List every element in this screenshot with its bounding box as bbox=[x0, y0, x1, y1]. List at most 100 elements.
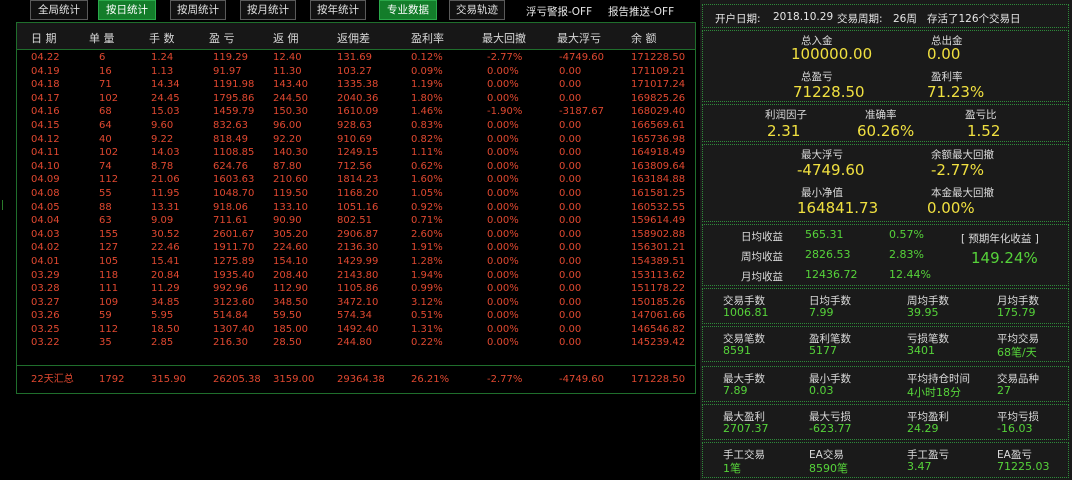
table-cell: 0.00 bbox=[559, 255, 582, 267]
col-max-float-loss[interactable]: 最大浮亏 bbox=[557, 30, 601, 46]
col-pl[interactable]: 盈 亏 bbox=[209, 30, 235, 46]
tab-monthly-stats[interactable]: 按月统计 bbox=[240, 0, 296, 20]
table-cell: 12.40 bbox=[273, 52, 302, 63]
table-cell: 111 bbox=[99, 283, 119, 295]
col-rebate[interactable]: 返 佣 bbox=[273, 30, 299, 46]
table-cell: 22.46 bbox=[151, 242, 180, 254]
table-cell: 153113.62 bbox=[631, 269, 686, 281]
table-cell: 04.12 bbox=[31, 133, 60, 145]
table-cell: 0.00 bbox=[559, 242, 582, 254]
table-cell: 2143.80 bbox=[337, 269, 379, 281]
table-cell: 24.45 bbox=[151, 92, 180, 104]
table-row[interactable]: 04.12 40 9.22 818.49 92.20 910.69 0.82% 0.00% 0.… bbox=[17, 133, 695, 147]
table-cell: 14.34 bbox=[151, 79, 180, 91]
table-row[interactable]: 04.05 88 13.31 918.06 133.10 1051.16 0.92% 0.00… bbox=[17, 201, 695, 215]
table-row[interactable]: 04.15 64 9.60 832.63 96.00 928.63 0.83% 0.00% 0.… bbox=[17, 119, 695, 133]
table-cell: 35 bbox=[99, 337, 112, 349]
col-lots[interactable]: 手 数 bbox=[149, 30, 175, 46]
table-cell: 0.00 bbox=[559, 323, 582, 335]
table-cell: 04.16 bbox=[31, 106, 60, 118]
monthly-avg-pct: 12.44% bbox=[889, 268, 931, 281]
table-cell: 0.00 bbox=[559, 283, 582, 295]
table-cell: 2040.36 bbox=[337, 92, 379, 104]
table-row[interactable]: 04.08 55 11.95 1048.70 119.50 1168.20 1.05% 0.0… bbox=[17, 187, 695, 201]
table-row[interactable]: 04.22 6 1.24 119.29 12.40 131.69 0.12% -2.77% -4… bbox=[17, 51, 695, 65]
table-cell: 1.94% bbox=[411, 269, 443, 281]
table-cell: 87.80 bbox=[273, 160, 302, 172]
table-row[interactable]: 03.25 112 18.50 1307.40 185.00 1492.40 1.31% 0.… bbox=[17, 323, 695, 337]
table-cell: 0.00% bbox=[487, 337, 519, 349]
table-row[interactable]: 03.26 59 5.95 514.84 59.50 574.34 0.51% 0.00% 0.… bbox=[17, 309, 695, 323]
table-cell: 1275.89 bbox=[213, 255, 255, 267]
table-cell: 1.24 bbox=[151, 52, 174, 63]
table-cell: 0.00 bbox=[559, 160, 582, 172]
left-panel: 全局统计 按日统计 按周统计 按月统计 按年统计 专业数据 交易轨迹 浮亏警报-… bbox=[0, 0, 700, 480]
float-alert-toggle[interactable]: 浮亏警报-OFF bbox=[526, 4, 592, 19]
tab-weekly-stats[interactable]: 按周统计 bbox=[170, 0, 226, 20]
col-orders[interactable]: 单 量 bbox=[89, 30, 115, 46]
table-row[interactable]: 04.04 63 9.09 711.61 90.90 802.51 0.71% 0.00% 0.… bbox=[17, 214, 695, 228]
table-cell: 0.00% bbox=[487, 65, 519, 77]
table-cell: 11.95 bbox=[151, 187, 180, 199]
table-row[interactable]: 04.09 112 21.06 1603.63 210.60 1814.23 1.60% 0.… bbox=[17, 173, 695, 187]
col-max-drawdown[interactable]: 最大回撤 bbox=[482, 30, 526, 46]
table-cell: 2.60% bbox=[411, 228, 443, 240]
col-profit-rate[interactable]: 盈利率 bbox=[411, 30, 444, 46]
tab-trade-track[interactable]: 交易轨迹 bbox=[449, 0, 505, 20]
tab-daily-stats[interactable]: 按日统计 bbox=[98, 0, 156, 20]
tab-global-stats[interactable]: 全局统计 bbox=[30, 0, 88, 20]
table-row[interactable]: 04.02 127 22.46 1911.70 224.60 2136.30 1.91% 0.… bbox=[17, 241, 695, 255]
monthly-avg-label: 月均收益 bbox=[741, 271, 783, 283]
table-cell: 224.60 bbox=[273, 242, 308, 254]
account-header: 开户日期: 2018.10.29 交易周期: 26周 存活了126个交易日 bbox=[702, 4, 1069, 28]
stat-value: 8590笔 bbox=[809, 462, 848, 475]
col-balance[interactable]: 余 额 bbox=[631, 30, 657, 46]
table-cell: 2906.87 bbox=[337, 228, 379, 240]
min-equity-value: 164841.73 bbox=[797, 199, 879, 217]
table-cell: 04.03 bbox=[31, 228, 60, 240]
table-row[interactable]: 04.03 155 30.52 2601.67 305.20 2906.87 2.60% 0.… bbox=[17, 228, 695, 242]
table-row[interactable]: 03.22 35 2.85 216.30 28.50 244.80 0.22% 0.00% 0.… bbox=[17, 336, 695, 350]
table-cell: 171109.21 bbox=[631, 65, 686, 77]
table-cell: 0.00% bbox=[487, 119, 519, 131]
table-cell: 0.82% bbox=[411, 133, 443, 145]
col-date[interactable]: 日 期 bbox=[31, 30, 57, 46]
table-cell: 0.00 bbox=[559, 65, 582, 77]
table-row[interactable]: 04.19 16 1.13 91.97 11.30 103.27 0.09% 0.00% 0.0… bbox=[17, 65, 695, 79]
table-cell: 5.95 bbox=[151, 310, 174, 322]
table-cell: 112 bbox=[99, 323, 119, 335]
table-row[interactable]: 04.11 102 14.03 1108.85 140.30 1249.15 1.11% 0.… bbox=[17, 146, 695, 160]
table-cell: 0.00% bbox=[487, 242, 519, 254]
tab-pro-data[interactable]: 专业数据 bbox=[379, 0, 437, 20]
tab-yearly-stats[interactable]: 按年统计 bbox=[310, 0, 366, 20]
deposit-value: 100000.00 bbox=[791, 45, 873, 63]
stored-days: 存活了126个交易日 bbox=[927, 13, 1021, 25]
table-cell: 0.00% bbox=[487, 283, 519, 295]
table-row[interactable]: 04.01 105 15.41 1275.89 154.10 1429.99 1.28% 0.… bbox=[17, 255, 695, 269]
table-row[interactable]: 04.18 71 14.34 1191.98 143.40 1335.38 1.19% 0.0… bbox=[17, 78, 695, 92]
table-row[interactable]: 03.29 118 20.84 1935.40 208.40 2143.80 1.94% 0.… bbox=[17, 269, 695, 283]
table-cell: 514.84 bbox=[213, 310, 248, 322]
stat-value: 8591 bbox=[723, 344, 751, 357]
funds-box: 总入金 100000.00 总出金 0.00 总盈亏 71228.50 盈利率 … bbox=[702, 30, 1069, 102]
right-panel: 开户日期: 2018.10.29 交易周期: 26周 存活了126个交易日 总入… bbox=[700, 0, 1072, 480]
table-cell: 105 bbox=[99, 255, 119, 267]
table-cell: 1.05% bbox=[411, 187, 443, 199]
table-row[interactable]: 03.28 111 11.29 992.96 112.90 1105.86 0.99% 0.0… bbox=[17, 282, 695, 296]
col-rebate-diff[interactable]: 返佣差 bbox=[337, 30, 370, 46]
stats-box: 手工交易 1笔 EA交易 8590笔 手工盈亏 3.47 EA盈亏 71225.03 bbox=[702, 442, 1069, 478]
table-cell: 711.61 bbox=[213, 215, 248, 227]
table-row[interactable]: 04.17 102 24.45 1795.86 244.50 2040.36 1.80% 0.… bbox=[17, 92, 695, 106]
monthly-avg-value: 12436.72 bbox=[805, 268, 858, 281]
table-row[interactable]: 03.27 109 34.85 3123.60 348.50 3472.10 3.12% 0.… bbox=[17, 296, 695, 310]
report-push-toggle[interactable]: 报告推送-OFF bbox=[608, 4, 674, 19]
table-cell: 147061.66 bbox=[631, 310, 686, 322]
table-row[interactable]: 04.16 68 15.03 1459.79 150.30 1610.09 1.46% -1.… bbox=[17, 105, 695, 119]
table-cell: 1335.38 bbox=[337, 79, 379, 91]
table-cell: 15.03 bbox=[151, 106, 180, 118]
table-row[interactable]: 04.10 74 8.78 624.76 87.80 712.56 0.62% 0.00% 0.… bbox=[17, 160, 695, 174]
table-cell: 103.27 bbox=[337, 65, 372, 77]
table-cell: 0.00 bbox=[559, 79, 582, 91]
table-cell: 1.46% bbox=[411, 106, 443, 118]
table-cell: 154389.51 bbox=[631, 255, 686, 267]
